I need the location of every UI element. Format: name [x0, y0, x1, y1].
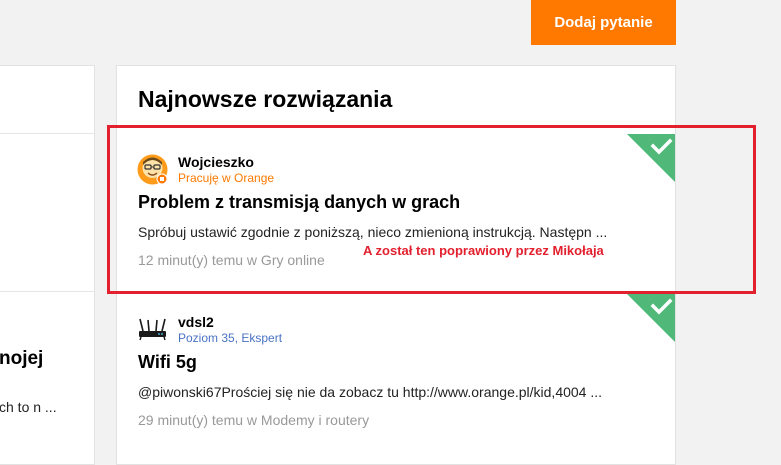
divider [0, 291, 94, 292]
card-heading: Najnowsze rozwiązania [138, 86, 393, 112]
solution-item[interactable]: vdsl2 Poziom 35, Ekspert Wifi 5g @piwons… [117, 294, 675, 444]
left-panel: nojej ch to n ... [0, 65, 95, 465]
solution-snippet: @piwonski67Prościej się nie da zobacz tu… [138, 384, 603, 400]
solved-badge [627, 134, 675, 182]
solution-title-link[interactable]: Problem z transmisją danych w grach [138, 192, 460, 213]
add-question-button[interactable]: Dodaj pytanie [531, 0, 676, 45]
author-role: Pracuję w Orange [178, 171, 275, 185]
solution-meta: 12 minut(y) temu w Gry online [138, 252, 325, 268]
solution-item[interactable]: Wojcieszko Pracuję w Orange Problem z tr… [117, 134, 675, 284]
divider [0, 133, 94, 134]
solved-badge [627, 294, 675, 342]
author-role: Poziom 35, Ekspert [178, 331, 283, 345]
solution-title-link[interactable]: Wifi 5g [138, 352, 197, 373]
orange-employee-avatar-icon[interactable] [137, 154, 168, 185]
router-avatar-icon[interactable] [137, 314, 168, 345]
author-name[interactable]: Wojcieszko [178, 154, 254, 170]
left-panel-title-fragment[interactable]: nojej [0, 348, 43, 370]
solution-meta: 29 minut(y) temu w Modemy i routery [138, 412, 370, 428]
left-panel-snippet-fragment: ch to n ... [0, 399, 57, 415]
solution-snippet: Spróbuj ustawić zgodnie z poniższą, niec… [138, 224, 608, 240]
annotation-text: A został ten poprawiony przez Mikołaja [363, 243, 604, 258]
author-name[interactable]: vdsl2 [178, 314, 214, 330]
latest-solutions-card: Najnowsze rozwiązania Wojcieszko Pracuję… [116, 65, 676, 465]
divider [117, 291, 675, 292]
